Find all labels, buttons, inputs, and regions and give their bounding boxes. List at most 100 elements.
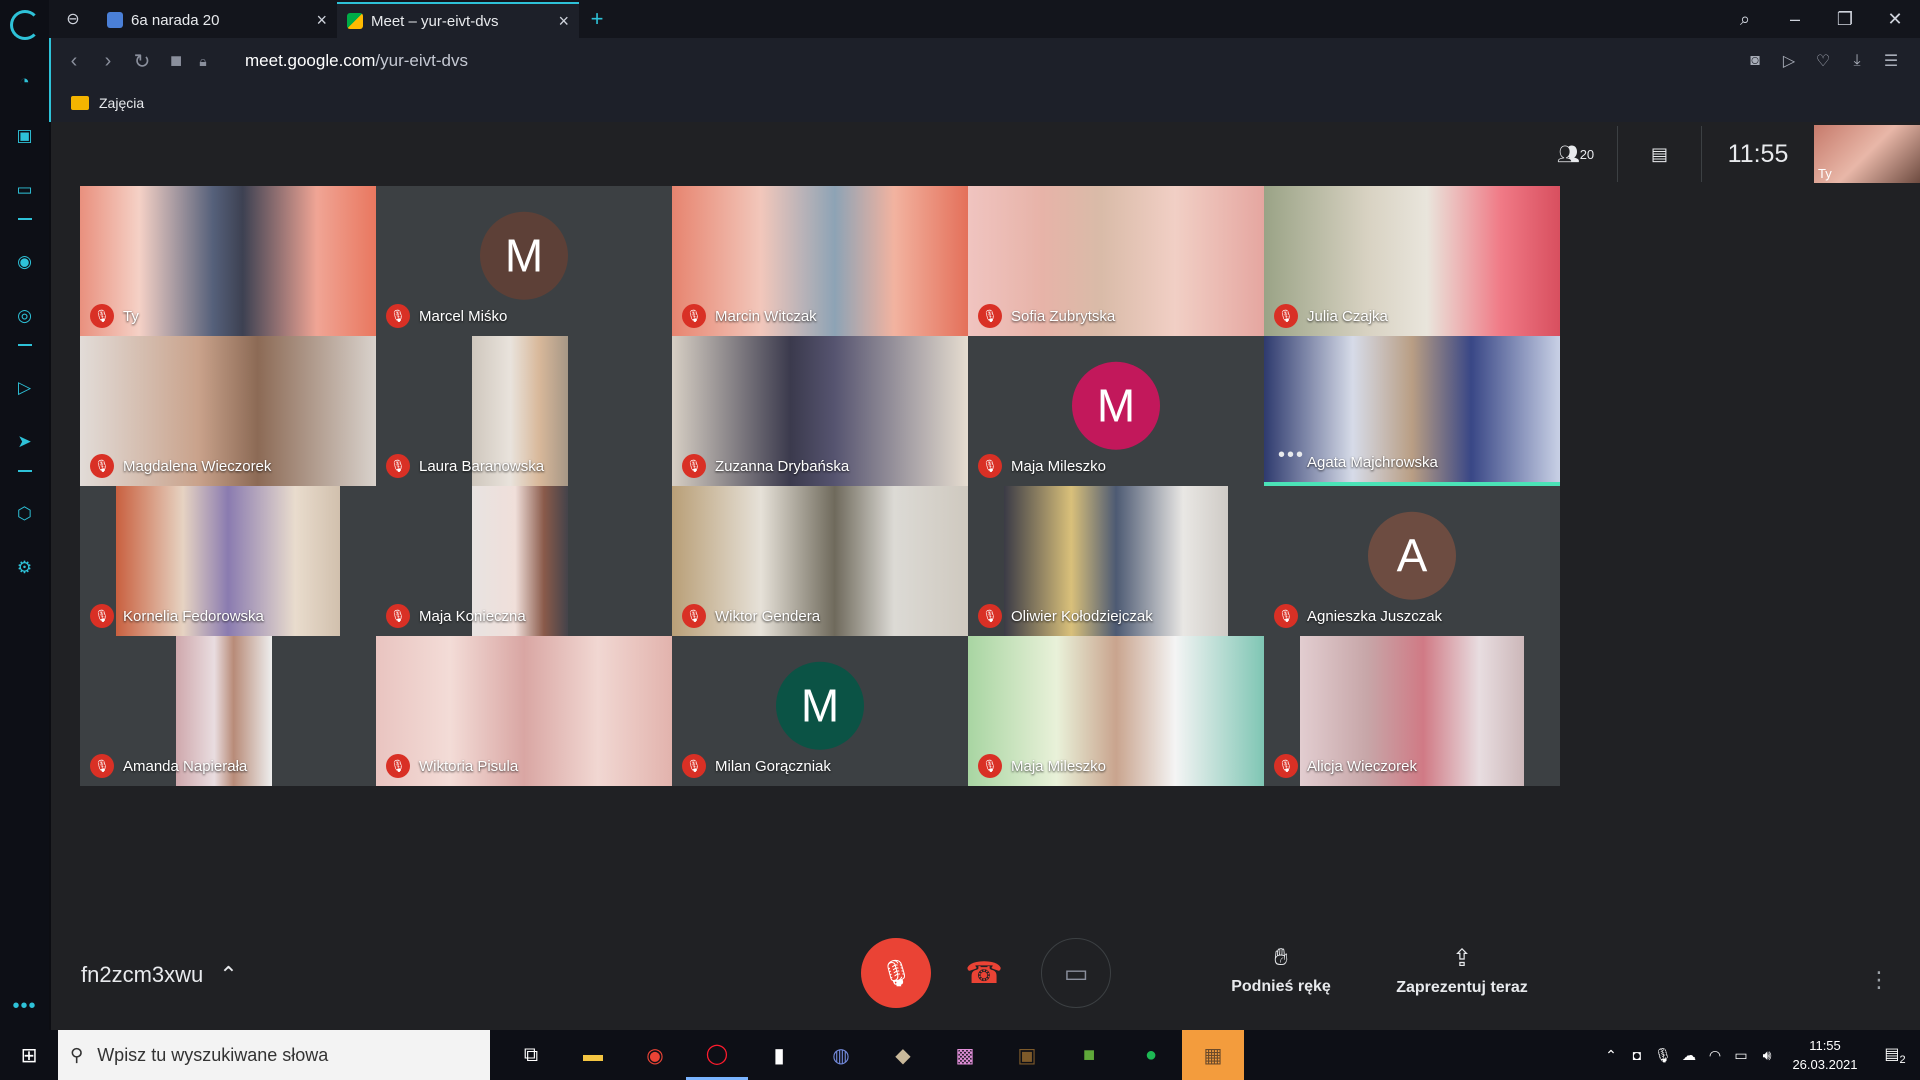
participant-name: Maja Mileszko (1011, 458, 1107, 475)
clock-date[interactable]: 11:55 26.03.2021 (1780, 1036, 1870, 1074)
participant-tile[interactable]: ••• Agata Majchrowska (1264, 336, 1560, 486)
muted-mic-icon: 🎙︎ (90, 454, 114, 478)
participant-tile[interactable]: 🎙︎ Wiktor Gendera (672, 486, 968, 636)
muted-mic-icon: 🎙︎ (978, 454, 1002, 478)
meeting-details-button[interactable]: fn2zcm3xwu ⌃ (81, 962, 238, 988)
cube-icon[interactable]: ⬡ (13, 502, 37, 526)
restore-icon[interactable]: ❐ (1820, 9, 1870, 30)
lock-icon[interactable]: 🔒︎ (193, 53, 213, 70)
camera-tray-icon[interactable]: ◘ (1624, 1047, 1650, 1063)
notification-center-icon[interactable]: ▤2 (1870, 1044, 1920, 1066)
sidebar-divider (17, 470, 32, 472)
microphone-tray-icon[interactable]: 🎙︎ (1650, 1047, 1676, 1064)
tab-narada[interactable]: 6a narada 20 × (97, 2, 337, 38)
forward-icon[interactable]: › (91, 50, 125, 73)
player-icon[interactable]: ▷ (13, 376, 37, 400)
participant-tile[interactable]: 🎙︎ Kornelia Fedorowska (80, 486, 376, 636)
participant-tile[interactable]: 🎙︎ Ty (80, 186, 376, 336)
easy-setup-icon[interactable]: ☰ (1874, 51, 1908, 71)
extensions-icon[interactable]: ▣ (13, 124, 37, 148)
participant-tile[interactable]: 🎙︎ Maja Konieczna (376, 486, 672, 636)
self-view-label: Ty (1818, 166, 1832, 181)
chevron-up-icon[interactable]: ⌃ (1598, 1047, 1624, 1064)
participant-tile[interactable]: 🎙︎ Wiktoria Pisula (376, 636, 672, 786)
participant-tile[interactable]: A 🎙︎ Agnieszka Juszczak (1264, 486, 1560, 636)
tab-meet[interactable]: Meet – yur-eivt-dvs × (337, 2, 579, 38)
participant-tile[interactable]: M 🎙︎ Maja Mileszko (968, 336, 1264, 486)
camera-permission-icon[interactable]: ■ (159, 50, 193, 73)
new-tab-plus-icon[interactable]: + (579, 6, 615, 32)
self-view-thumbnail[interactable]: Ty (1814, 125, 1920, 183)
volume-icon[interactable]: 🔊︎ (1754, 1047, 1780, 1064)
bookmark-zajecia[interactable]: Zajęcia (99, 95, 144, 111)
game-icon[interactable]: ▩ (934, 1030, 996, 1080)
participant-tile[interactable]: M 🎙︎ Milan Gorączniak (672, 636, 968, 786)
participant-tile[interactable]: 🎙︎ Sofia Zubrytska (968, 186, 1264, 336)
minecraft-icon[interactable]: ■ (1058, 1030, 1120, 1080)
windows-start-icon[interactable]: ⊞ (0, 1043, 58, 1068)
gimp-icon[interactable]: ◆ (872, 1030, 934, 1080)
muted-mic-icon: 🎙︎ (1274, 754, 1298, 778)
cloud-icon[interactable]: ☁ (1676, 1047, 1702, 1064)
task-view-icon[interactable]: ⧉ (500, 1030, 562, 1080)
more-options-icon[interactable]: ⋮ (1868, 967, 1890, 993)
participant-tile[interactable]: 🎙︎ Magdalena Wieczorek (80, 336, 376, 486)
back-icon[interactable]: ‹ (57, 50, 91, 73)
chrome-icon[interactable]: ◉ (624, 1030, 686, 1080)
taskbar-search[interactable]: ⚲ Wpisz tu wyszukiwane słowa (58, 1030, 490, 1080)
participant-name: Wiktor Gendera (715, 608, 821, 625)
gamepad-icon[interactable]: ⊖ (49, 1, 97, 37)
minimize-icon[interactable]: – (1770, 9, 1820, 30)
participant-tile[interactable]: M 🎙︎ Marcel Miśko (376, 186, 672, 336)
participant-avatar: M (480, 211, 568, 300)
participant-tile[interactable]: 🎙︎ Maja Mileszko (968, 636, 1264, 786)
twitch-icon[interactable]: ▭ (13, 178, 37, 202)
meet-top-bar: 👥︎ 20 ▤ 11:55 Ty (1534, 125, 1920, 183)
present-now-button[interactable]: ⇪ Zaprezentuj teraz (1367, 944, 1557, 997)
participant-name: Magdalena Wieczorek (123, 458, 272, 475)
minecraft-dungeons-icon[interactable]: ▣ (996, 1030, 1058, 1080)
chat-button[interactable]: ▤ (1618, 126, 1702, 182)
minecraft-launcher-icon[interactable]: ▦ (1182, 1030, 1244, 1080)
participants-button[interactable]: 👥︎ 20 (1534, 126, 1618, 182)
close-icon[interactable]: × (316, 10, 327, 31)
epic-games-icon[interactable]: ▮ (748, 1030, 810, 1080)
mic-toggle-button[interactable]: 🎙︎ (861, 938, 931, 1008)
participant-tile[interactable]: 🎙︎ Laura Baranowska (376, 336, 672, 486)
search-icon: ⚲ (70, 1044, 84, 1065)
participant-tile[interactable]: 🎙︎ Oliwier Kołodziejczak (968, 486, 1264, 636)
sidebar-more-icon[interactable]: ••• (12, 995, 36, 1018)
share-icon[interactable]: ▷ (1772, 51, 1806, 71)
send-icon[interactable]: ➤ (13, 430, 37, 454)
battery-icon[interactable]: ▭ (1728, 1047, 1754, 1064)
opera-gx-logo-icon[interactable] (9, 10, 40, 40)
discord-icon[interactable]: ◍ (810, 1030, 872, 1080)
download-icon[interactable]: ⤓ (1840, 52, 1874, 70)
opera-icon[interactable]: ◯ (686, 1030, 748, 1080)
file-explorer-icon[interactable]: ▬ (562, 1030, 624, 1080)
participant-tile[interactable]: 🎙︎ Zuzanna Drybańska (672, 336, 968, 486)
muted-mic-icon: 🎙︎ (386, 754, 410, 778)
snapshot-icon[interactable]: ◙ (1738, 52, 1772, 70)
participant-tile[interactable]: 🎙︎ Marcin Witczak (672, 186, 968, 336)
participant-name: Wiktoria Pisula (419, 758, 519, 775)
leave-call-button[interactable]: ☎︎ (949, 938, 1019, 1008)
instagram-icon[interactable]: ◎ (13, 304, 37, 328)
wifi-icon[interactable]: ◠ (1702, 1047, 1728, 1064)
reload-icon[interactable]: ↻ (125, 49, 159, 74)
messenger-icon[interactable]: ◉ (13, 250, 37, 274)
search-tabs-icon[interactable]: ⌕ (1720, 9, 1770, 30)
participant-tile[interactable]: 🎙︎ Julia Czajka (1264, 186, 1560, 336)
speed-dial-icon[interactable]: ◔ (13, 70, 37, 94)
heart-icon[interactable]: ♡ (1806, 51, 1840, 71)
camera-toggle-button[interactable]: ▭ (1041, 938, 1111, 1008)
participant-tile[interactable]: 🎙︎ Amanda Napierała (80, 636, 376, 786)
participant-tile[interactable]: 🎙︎ Alicja Wieczorek (1264, 636, 1560, 786)
close-icon[interactable]: × (558, 11, 569, 32)
spotify-icon[interactable]: ● (1120, 1030, 1182, 1080)
raise-hand-button[interactable]: ✋︎ Podnieś rękę (1211, 944, 1351, 996)
settings-gear-icon[interactable]: ⚙ (13, 556, 37, 580)
url-field[interactable]: meet.google.com/yur-eivt-dvs (245, 51, 468, 71)
meeting-clock: 11:55 (1727, 139, 1789, 168)
close-window-icon[interactable]: ✕ (1870, 9, 1920, 30)
